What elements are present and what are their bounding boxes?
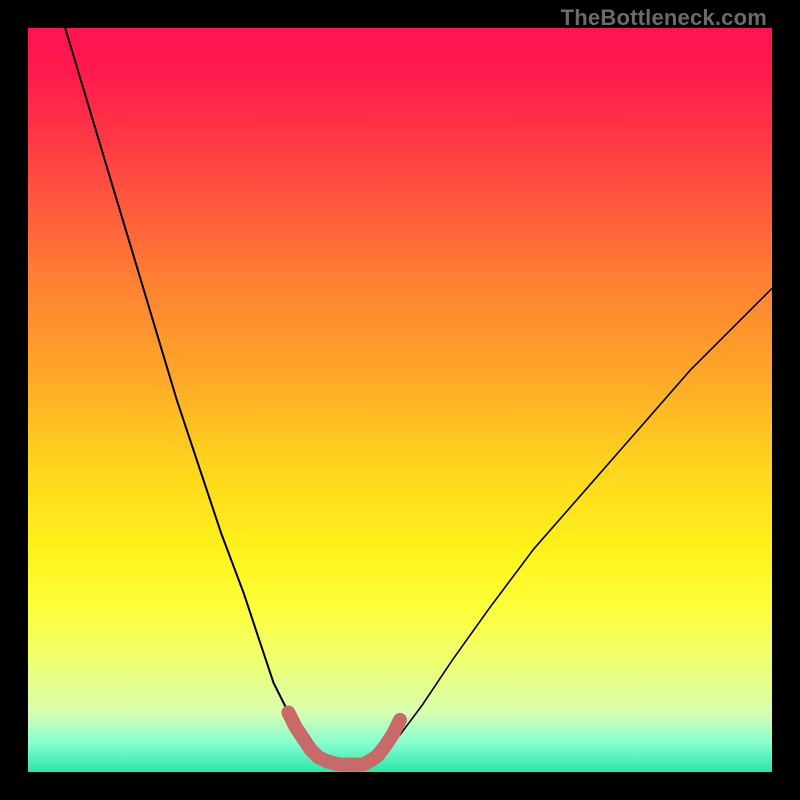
highlight-left-curve bbox=[288, 713, 348, 765]
left-curve bbox=[65, 28, 325, 761]
curve-layer bbox=[28, 28, 772, 772]
highlight-right-curve bbox=[348, 720, 400, 765]
chart-frame: TheBottleneck.com bbox=[0, 0, 800, 800]
watermark-text: TheBottleneck.com bbox=[561, 5, 767, 31]
right-curve bbox=[370, 288, 772, 760]
plot-area bbox=[28, 28, 772, 772]
